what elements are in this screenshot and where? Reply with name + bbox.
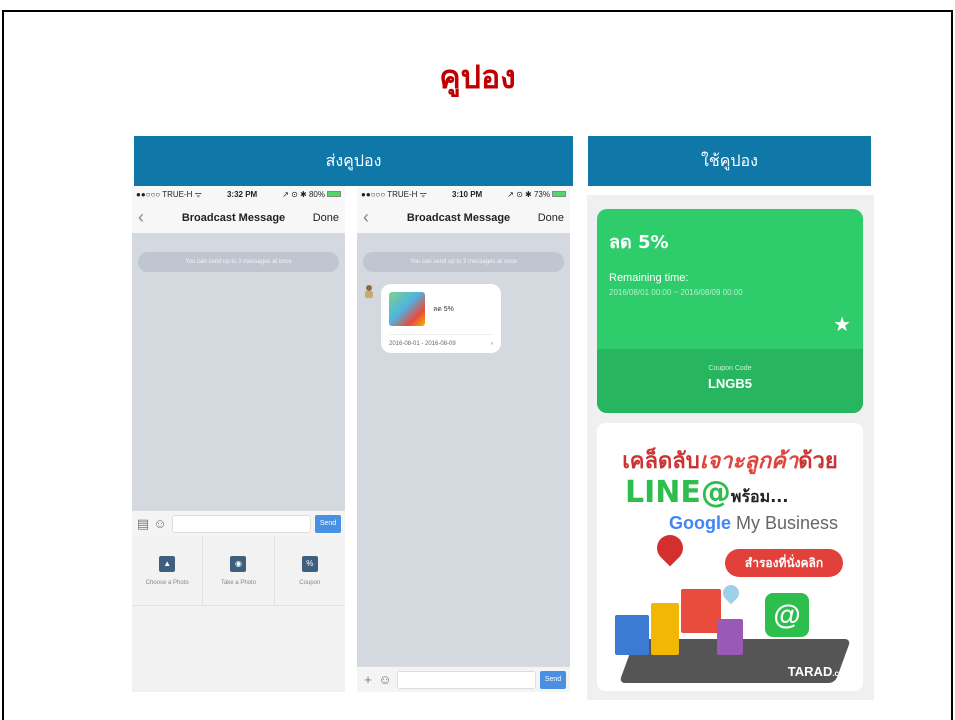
building-illustration [615,615,649,655]
bubble-date-range: 2016-08-01 - 2016-08-09 [389,341,456,347]
battery-indicator: ↗ ⊙ ✱ 80% [282,190,341,199]
map-pin-icon [719,581,743,605]
back-button[interactable]: ‹ [363,207,383,228]
message-limit-notice: You can send up to 3 messages at once [363,252,564,272]
clock-label: 3:10 PM [451,189,483,199]
take-photo-button[interactable]: ◉ Take a Photo [203,536,275,605]
battery-icon [326,191,341,198]
tarad-logo: TARAD.com [787,664,851,679]
nav-title: Broadcast Message [181,211,286,224]
remaining-time-label: Remaining time: [609,272,689,284]
chevron-right-icon: › [491,341,493,347]
plus-icon[interactable]: + [361,672,375,687]
promo-banner[interactable]: เคล็ดลับเจาะลูกค้าด้วย LINE@พร้อม... Goo… [597,423,863,691]
bubble-discount: ลด 5% [433,305,454,313]
chat-area: You can send up to 3 messages at once ลด… [357,234,570,666]
coupon-button[interactable]: % Coupon [275,536,345,605]
banner-google-line: Google My Business [669,513,839,533]
menu-icon[interactable]: ▤ [136,516,150,531]
coupon-card: ลด 5% Remaining time: 2016/08/01 00:00 ~… [597,209,863,413]
done-button[interactable]: Done [309,212,339,224]
send-button[interactable]: Send [540,670,566,689]
chat-area: You can send up to 3 messages at once [132,234,345,510]
page-title: คูปอง [439,58,516,96]
line-at-icon: @ [765,593,809,637]
phone-screenshot-compose: ●●○○○ TRUE-H ᯤ 3:32 PM ↗ ⊙ ✱ 80% ‹ Broad… [132,186,345,692]
reserve-seat-button[interactable]: สำรองที่นั่งคลิก [725,549,843,577]
battery-icon [551,191,566,198]
star-icon[interactable]: ★ [833,312,851,337]
avatar-icon [365,285,373,298]
emoji-icon[interactable]: ☺ [378,672,392,687]
clock-label: 3:32 PM [226,189,258,199]
building-illustration [651,603,679,655]
nav-bar: ‹ Broadcast Message Done [132,202,345,234]
back-button[interactable]: ‹ [138,207,158,228]
building-illustration [717,619,743,655]
emoji-icon[interactable]: ☺ [153,516,167,531]
coupon-discount: ลด 5% [609,232,669,253]
input-bar: + ☺ Send [357,666,570,692]
carrier-label: ●●○○○ TRUE-H ᯤ [361,189,427,199]
image-icon: ▲ [159,555,176,572]
coupon-validity: 2016/08/01 00:00 ~ 2016/08/09 00:00 [609,288,743,297]
send-button[interactable]: Send [315,514,341,533]
attachment-tray: ▲ Choose a Photo ◉ Take a Photo % Coupon [132,536,345,692]
use-coupon-header: ใช้คูปอง [588,136,871,186]
banner-line-brand: LINE@พร้อม... [625,475,789,510]
camera-icon: ◉ [230,555,247,572]
message-limit-notice: You can send up to 3 messages at once [138,252,339,272]
map-pin-icon [651,529,689,567]
coupon-thumbnail [389,292,425,326]
phone-screenshot-preview: ●●○○○ TRUE-H ᯤ 3:10 PM ↗ ⊙ ✱ 73% ‹ Broad… [357,186,570,692]
coupon-icon: % [301,555,318,572]
message-input[interactable] [397,670,536,689]
send-coupon-header: ส่งคูปอง [134,136,573,186]
coupon-message-bubble[interactable]: ลด 5% 2016-08-01 - 2016-08-09 › [381,284,501,353]
message-input[interactable] [172,514,311,533]
coupon-code-label: Coupon Code [708,365,752,372]
carrier-label: ●●○○○ TRUE-H ᯤ [136,189,202,199]
coupon-code: LNGB5 [707,376,753,391]
nav-title: Broadcast Message [406,211,511,224]
choose-photo-button[interactable]: ▲ Choose a Photo [132,536,204,605]
battery-indicator: ↗ ⊙ ✱ 73% [507,190,566,199]
coupon-view-screenshot: ลด 5% Remaining time: 2016/08/01 00:00 ~… [587,195,874,700]
status-bar: ●●○○○ TRUE-H ᯤ 3:32 PM ↗ ⊙ ✱ 80% [132,186,345,202]
banner-headline: เคล็ดลับเจาะลูกค้าด้วย [622,449,838,474]
done-button[interactable]: Done [534,212,564,224]
shop-illustration [681,589,721,633]
status-bar: ●●○○○ TRUE-H ᯤ 3:10 PM ↗ ⊙ ✱ 73% [357,186,570,202]
input-bar: ▤ ☺ Send [132,510,345,536]
nav-bar: ‹ Broadcast Message Done [357,202,570,234]
